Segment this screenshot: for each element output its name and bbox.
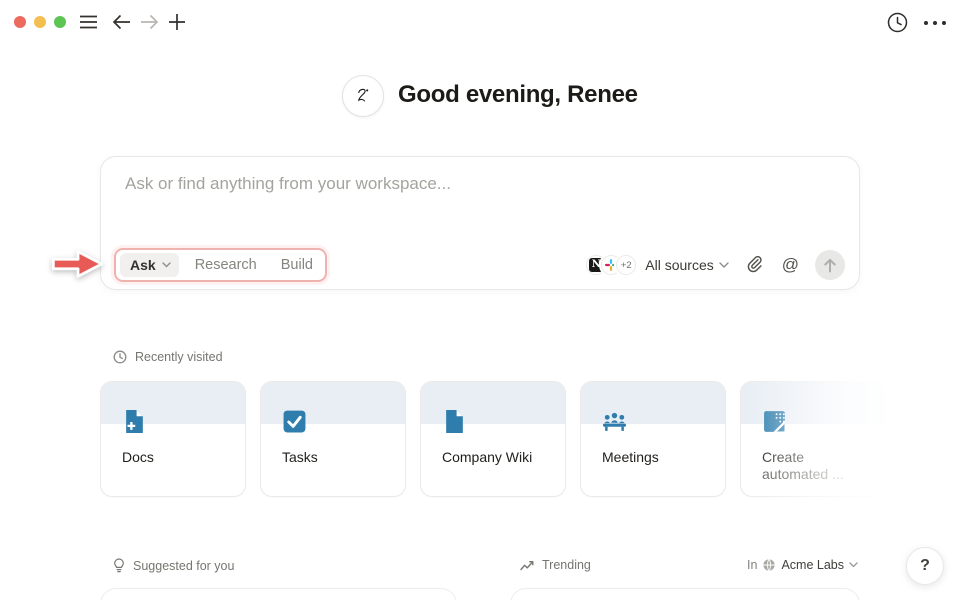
recently-visited-title: Recently visited <box>135 350 223 364</box>
card-create-automated[interactable]: Create automated ... <box>740 381 886 497</box>
card-tasks[interactable]: Tasks <box>260 381 406 497</box>
scope-name: Acme Labs <box>781 558 844 572</box>
scope-prefix: In <box>747 558 757 572</box>
card-meetings[interactable]: Meetings <box>580 381 726 497</box>
card-label: Company Wiki <box>442 449 532 466</box>
minimize-window-button[interactable] <box>34 16 46 28</box>
chevron-down-icon <box>719 262 729 269</box>
history-icon[interactable] <box>886 11 908 33</box>
chevron-down-icon <box>849 562 858 568</box>
checkbox-icon <box>282 409 307 434</box>
card-label-line2: automated ... <box>762 466 844 482</box>
lightbulb-icon <box>113 558 125 573</box>
mode-build-button[interactable]: Build <box>281 257 313 273</box>
chevron-down-icon <box>162 262 171 268</box>
page-title: Good evening, Renee <box>398 81 638 109</box>
trending-header: Trending <box>520 558 591 572</box>
all-sources-dropdown[interactable]: All sources <box>645 257 728 273</box>
sketch-face-icon <box>342 75 384 117</box>
extra-sources-badge[interactable]: +2 <box>616 255 636 275</box>
annotation-arrow-icon <box>49 245 107 283</box>
suggested-title: Suggested for you <box>133 559 234 573</box>
submit-button[interactable] <box>815 250 845 280</box>
trending-up-icon <box>520 560 534 571</box>
mention-icon[interactable]: @ <box>782 255 799 275</box>
globe-icon <box>762 558 776 572</box>
card-label-line1: Create <box>762 449 804 465</box>
people-icon <box>602 409 627 434</box>
search-toolbar: N +2 All sources @ <box>586 249 845 281</box>
trending-title: Trending <box>542 558 591 572</box>
mode-research-button[interactable]: Research <box>195 257 257 273</box>
mode-switcher-annotation: Ask Research Build <box>114 248 327 282</box>
search-card: Ask or find anything from your workspace… <box>100 156 860 290</box>
recently-visited-header: Recently visited <box>113 350 223 364</box>
help-button[interactable]: ? <box>906 547 944 585</box>
maximize-window-button[interactable] <box>54 16 66 28</box>
more-icon[interactable] <box>922 13 948 33</box>
doc-plus-icon <box>122 409 147 434</box>
card-docs[interactable]: Docs <box>100 381 246 497</box>
trending-list-card <box>510 588 860 600</box>
suggested-list-card <box>100 588 457 600</box>
mode-ask-button[interactable]: Ask <box>120 253 179 277</box>
search-input[interactable]: Ask or find anything from your workspace… <box>125 174 825 194</box>
mode-ask-label: Ask <box>130 257 156 273</box>
clock-icon <box>113 350 127 364</box>
back-icon[interactable] <box>111 12 131 32</box>
new-tab-icon[interactable] <box>167 12 187 32</box>
card-company-wiki[interactable]: Company Wiki <box>420 381 566 497</box>
card-label: Tasks <box>282 449 318 466</box>
submit-arrow-icon <box>823 258 837 273</box>
template-icon <box>762 409 787 434</box>
menu-icon[interactable] <box>78 12 98 32</box>
suggested-header: Suggested for you <box>113 558 234 573</box>
page-icon <box>442 409 467 434</box>
workspace-scope-dropdown[interactable]: In Acme Labs <box>747 558 858 572</box>
card-label: Meetings <box>602 449 659 466</box>
close-window-button[interactable] <box>14 16 26 28</box>
attachment-icon[interactable] <box>747 256 764 274</box>
card-label: Create automated ... <box>762 449 844 483</box>
forward-icon[interactable] <box>139 12 159 32</box>
card-label: Docs <box>122 449 154 466</box>
app-window: Good evening, Renee Ask or find anything… <box>0 0 960 600</box>
